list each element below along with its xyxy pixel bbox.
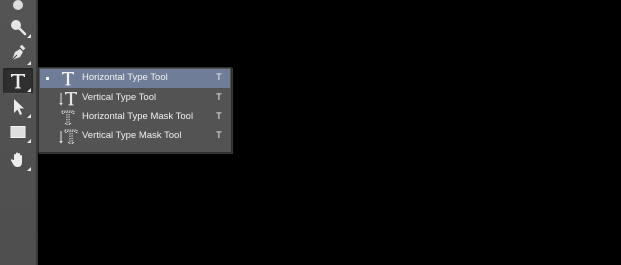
rectangle-icon: [9, 123, 27, 141]
menu-item-shortcut: T: [216, 111, 222, 122]
vertical-type-mask-icon: [58, 128, 78, 145]
clone-stamp-icon: [9, 0, 27, 12]
horizontal-type-icon: [58, 70, 78, 87]
rectangle-tool[interactable]: [3, 119, 33, 145]
type-tool-flyout-menu: Horizontal Type Tool T Vertical Type Too…: [38, 67, 232, 153]
menu-item-horizontal-type-tool[interactable]: Horizontal Type Tool T: [40, 69, 230, 88]
menu-item-vertical-type-mask-tool[interactable]: Vertical Type Mask Tool T: [40, 127, 230, 146]
selection-arrow-icon: [9, 98, 27, 116]
flyout-indicator-icon: [27, 61, 31, 65]
menu-item-label: Vertical Type Tool: [82, 92, 157, 103]
vertical-type-icon: [58, 90, 78, 107]
menu-item-shortcut: T: [216, 130, 222, 141]
menu-item-vertical-type-tool[interactable]: Vertical Type Tool T: [40, 89, 230, 108]
menu-item-label: Horizontal Type Tool: [82, 72, 168, 83]
flyout-indicator-icon: [27, 167, 31, 171]
flyout-indicator-icon: [27, 34, 31, 38]
menu-item-shortcut: T: [216, 92, 222, 103]
selected-bullet-icon: [46, 77, 49, 80]
hand-icon: [9, 151, 27, 169]
horizontal-type-mask-icon: [58, 109, 78, 126]
hand-tool[interactable]: [3, 147, 33, 173]
menu-item-label: Vertical Type Mask Tool: [82, 130, 182, 141]
pen-tool[interactable]: [3, 41, 33, 67]
zoom-icon: [9, 18, 27, 36]
menu-item-shortcut: T: [216, 72, 222, 83]
flyout-indicator-icon: [27, 139, 31, 143]
flyout-indicator-icon: [27, 88, 31, 92]
menu-item-horizontal-type-mask-tool[interactable]: Horizontal Type Mask Tool T: [40, 108, 230, 127]
tools-panel: [0, 0, 38, 265]
pen-icon: [9, 45, 27, 63]
menu-item-label: Horizontal Type Mask Tool: [82, 111, 194, 122]
flyout-indicator-icon: [27, 114, 31, 118]
path-selection-tool[interactable]: [3, 94, 33, 120]
zoom-tool[interactable]: [3, 14, 33, 40]
type-tool[interactable]: [3, 68, 33, 94]
type-icon: [9, 72, 27, 90]
